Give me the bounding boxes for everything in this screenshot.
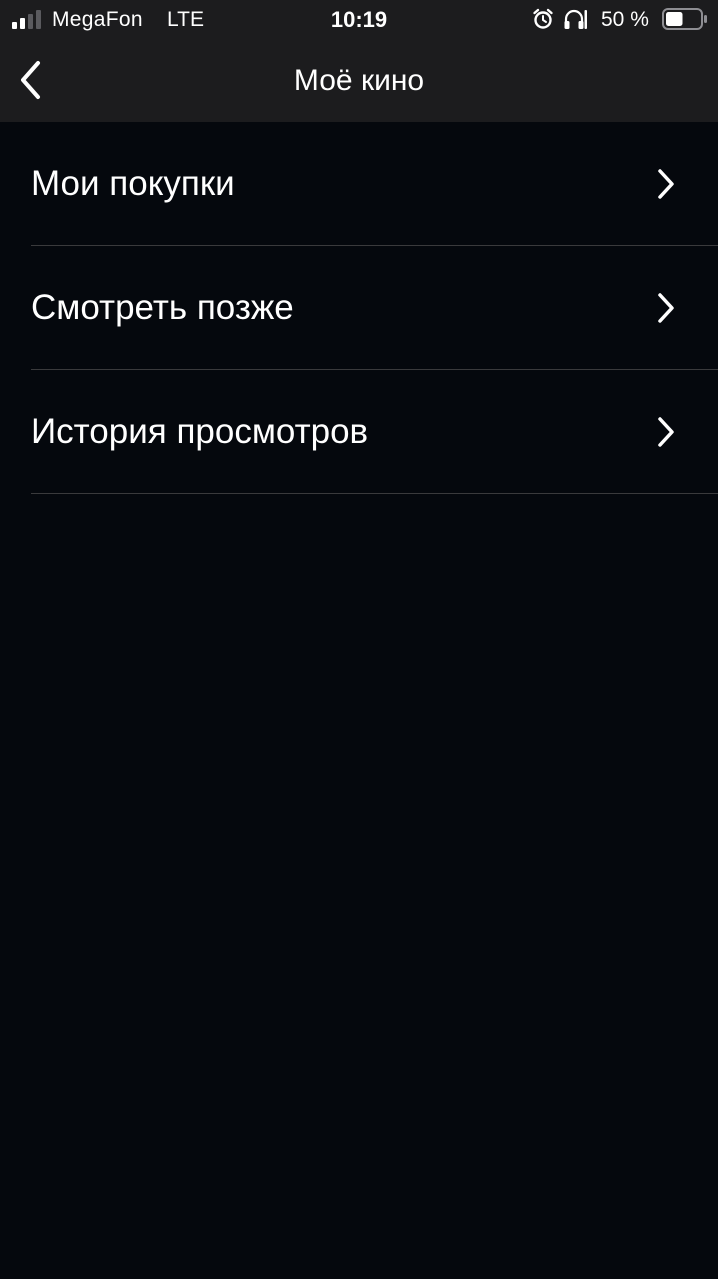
menu-item-watch-history[interactable]: История просмотров — [31, 370, 718, 494]
menu-item-label: Мои покупки — [31, 164, 235, 203]
menu-list: Мои покупки Смотреть позже История просм… — [0, 122, 718, 494]
screen: MegaFon LTE 10:19 50 % Моё кино Мои поку… — [0, 0, 718, 1279]
headphones-icon — [564, 9, 587, 29]
alarm-icon — [533, 8, 553, 29]
menu-item-watch-later[interactable]: Смотреть позже — [31, 246, 718, 370]
chevron-right-icon — [658, 417, 674, 447]
chevron-right-icon — [658, 169, 674, 199]
page-title: Моё кино — [293, 64, 425, 97]
battery-percent: 50 % — [601, 8, 649, 31]
status-bar: MegaFon LTE 10:19 50 % — [0, 0, 718, 40]
battery-icon — [662, 8, 707, 30]
top-bar: MegaFon LTE 10:19 50 % Моё кино — [0, 0, 718, 122]
menu-item-label: Смотреть позже — [31, 288, 294, 327]
navigation-bar: Моё кино — [0, 40, 718, 122]
chevron-right-icon — [658, 293, 674, 323]
menu-item-purchases[interactable]: Мои покупки — [31, 122, 718, 246]
menu-item-label: История просмотров — [31, 412, 369, 451]
